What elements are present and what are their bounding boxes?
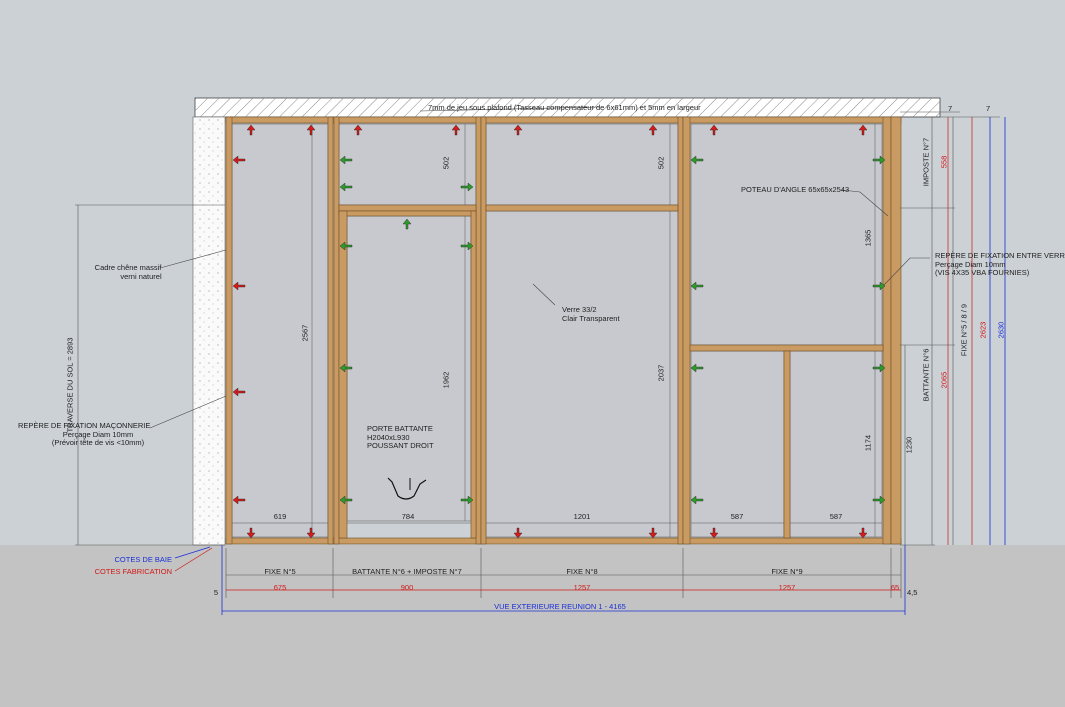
mullion-fixe9 — [783, 350, 791, 539]
bottom-total: VUE EXTERIEURE REUNION 1 - 4165 — [494, 602, 626, 611]
bottom-fixe8: FIXE N°8 — [566, 567, 598, 576]
post-left — [225, 116, 233, 545]
note-glass-fix-1: REPÈRE DE FIXATION ENTRE VERRIÈ — [935, 251, 1065, 260]
dim-mark-7b: 7 — [986, 104, 991, 113]
bottom-fixe5: FIXE N°5 — [264, 567, 296, 576]
dim-2630: 2630 — [996, 321, 1006, 339]
dim-1365: 1365 — [863, 229, 873, 247]
post-corner — [882, 116, 892, 545]
bottom-mark-45: 4,5 — [907, 588, 918, 597]
note-masonry-3: (Prévoir tête de vis <10mm) — [51, 438, 145, 447]
bottom-900: 900 — [400, 583, 414, 592]
glass-fixe9-top — [690, 123, 883, 346]
masonry-texture — [193, 117, 225, 545]
post-fixe9-left — [682, 116, 691, 545]
bottom-65: 65 — [890, 583, 900, 592]
dim-502b: 502 — [656, 156, 666, 170]
dim-587b: 587 — [829, 512, 843, 521]
dim-502a: 502 — [441, 156, 451, 170]
transom-fixe9 — [689, 344, 884, 352]
glass-fixe5 — [231, 123, 329, 538]
dim-619: 619 — [273, 512, 287, 521]
note-traverse: TRAVERSE DU SOL = 2893 — [65, 337, 75, 433]
bottom-mark-5: 5 — [213, 588, 218, 597]
note-glass-1: Verre 33/2 — [562, 305, 597, 314]
dim-784: 784 — [401, 512, 415, 521]
frame-top — [225, 116, 902, 124]
note-masonry-1: REPÈRE DE FIXATION MAÇONNERIE — [18, 421, 151, 430]
dim-fixe589: FIXE N°5 / 8 / 9 — [959, 303, 969, 357]
dim-1174: 1174 — [863, 434, 873, 452]
glass-fixe8-main — [485, 210, 679, 538]
dim-2065: 2065 — [939, 371, 949, 389]
door-leaf-right — [470, 210, 477, 539]
legend-leader-red — [174, 547, 213, 572]
post-end — [890, 116, 902, 545]
glass-fixe9-bl — [690, 350, 785, 538]
bottom-fixe9: FIXE N°9 — [771, 567, 803, 576]
legend-cotes-fabrication: COTES FABRICATION — [94, 567, 172, 576]
note-glass-2: Clair Transparent — [562, 314, 620, 323]
note-glass-fix-3: (VIS 4X35 VBA FOURNIES) — [935, 268, 1030, 277]
post-fixe8-right — [677, 116, 684, 545]
dim-1230: 1230 — [904, 436, 914, 454]
bottom-675: 675 — [273, 583, 287, 592]
glass-imposte — [338, 123, 477, 206]
bottom-1257b: 1257 — [778, 583, 796, 592]
dim-1201: 1201 — [573, 512, 591, 521]
post-fixe8-left — [480, 116, 487, 545]
post-door-right — [475, 116, 482, 545]
dim-imposte: IMPOSTE N°7 — [921, 137, 931, 187]
bottom-battante: BATTANTE N°6 + IMPOSTE N°7 — [352, 567, 462, 576]
note-frame-1: Cadre chêne massif — [94, 263, 162, 272]
frame-bottom — [225, 537, 902, 545]
door-leaf-left — [338, 210, 348, 539]
door-leaf-top — [338, 210, 477, 217]
note-post: POTEAU D'ANGLE 65x65x2543 — [741, 185, 850, 194]
dim-2623: 2623 — [978, 321, 988, 339]
glass-door — [346, 215, 472, 522]
transom-imposte — [338, 204, 477, 212]
transom-fixe8 — [485, 204, 679, 212]
note-door-3: POUSSANT DROIT — [367, 441, 434, 450]
dim-558: 558 — [939, 155, 949, 169]
note-frame-2: verni naturel — [120, 272, 162, 281]
legend-cotes-baie: COTES DE BAIE — [114, 555, 172, 564]
bottom-1257a: 1257 — [573, 583, 591, 592]
note-door-1: PORTE BATTANTE — [367, 424, 433, 433]
note-top: 7mm de jeu sous plafond (Tasseau compens… — [428, 103, 701, 112]
dim-1962: 1962 — [441, 371, 451, 389]
post-door-left — [333, 116, 340, 545]
dim-battante: BATTANTE N°6 — [921, 348, 931, 402]
dim-587a: 587 — [730, 512, 744, 521]
dim-2567: 2567 — [300, 324, 310, 342]
dim-mark-7a: 7 — [948, 104, 953, 113]
post-fixe5-right — [327, 116, 334, 545]
dim-2037: 2037 — [656, 364, 666, 382]
glass-fixe8-top — [485, 123, 679, 206]
